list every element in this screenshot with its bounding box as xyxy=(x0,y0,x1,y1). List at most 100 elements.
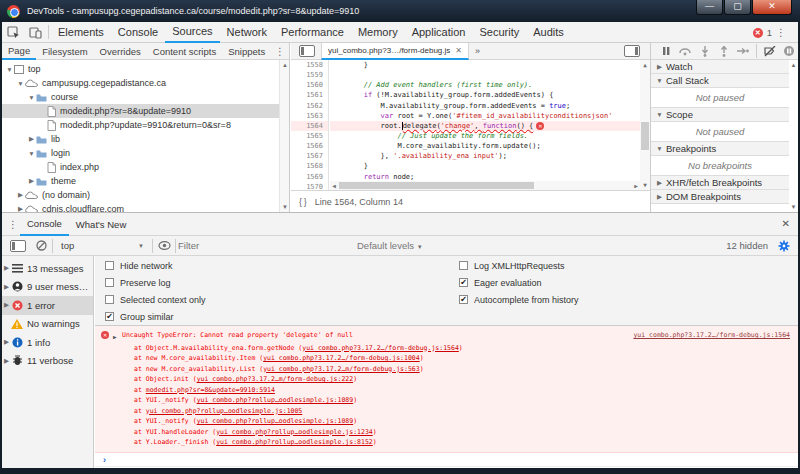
chevron-right-icon[interactable]: ▶ xyxy=(16,191,25,199)
stack-frame-link[interactable]: yui_combo.php?rollup…oodlesimple.js:1089 xyxy=(197,417,354,425)
step-into-icon[interactable] xyxy=(696,44,713,58)
stack-frame-link[interactable]: modedit.php?sr=8&update=9910:5914 xyxy=(146,386,275,394)
console-filter-user[interactable]: ▶9 user mess… xyxy=(2,278,93,297)
device-toolbar-icon[interactable] xyxy=(24,22,46,42)
checkbox[interactable] xyxy=(459,261,468,270)
chevron-right-icon[interactable]: ▶ xyxy=(2,301,11,309)
stack-frame-link[interactable]: yui_combo.php?3.17.2…/form-debug.js:1004 xyxy=(263,354,420,362)
console-filter-info[interactable]: ▶1 info xyxy=(2,333,93,352)
section-watch[interactable]: ▶Watch xyxy=(651,60,789,74)
tree-item[interactable]: modedit.php?sr=8&update=9910 xyxy=(2,104,289,118)
console-settings-icon[interactable] xyxy=(778,240,790,252)
chevron-right-icon[interactable]: ▶ xyxy=(27,177,36,185)
chevron-right-icon[interactable]: ▶ xyxy=(2,283,11,291)
section-dom-breakpoints[interactable]: ▶DOM Breakpoints xyxy=(651,190,789,204)
chevron-down-icon[interactable]: ▼ xyxy=(16,80,25,87)
stack-frame-link[interactable]: yui_combo.php?rollup…oodlesimple.js:1005 xyxy=(146,407,303,415)
section-breakpoints[interactable]: ▼Breakpoints xyxy=(651,142,789,156)
maximize-button[interactable]: ▢ xyxy=(724,0,751,15)
log-levels-dropdown[interactable]: Default levels ▼ xyxy=(357,240,423,251)
chevron-right-icon[interactable]: ▶ xyxy=(2,357,11,365)
chevron-right-icon[interactable]: ▶ xyxy=(27,135,36,143)
checkbox[interactable] xyxy=(105,278,114,287)
tree-item[interactable]: modedit.php?update=9910&return=0&sr=8 xyxy=(2,118,289,132)
console-close-icon[interactable]: ✕ xyxy=(782,218,790,229)
pause-icon[interactable] xyxy=(657,44,674,58)
tab-memory[interactable]: Memory xyxy=(351,22,405,43)
section-xhr-fetch-breakpoints[interactable]: ▶XHR/fetch Breakpoints xyxy=(651,176,789,190)
navigator-tab-page[interactable]: Page xyxy=(2,43,36,60)
filter-input[interactable] xyxy=(178,240,353,251)
pretty-print-icon[interactable]: { } xyxy=(299,197,307,207)
stack-frame-link[interactable]: yui_combo.php?rollup…oodlesimple.js:1234 xyxy=(216,428,373,436)
tree-item[interactable]: ▶lib xyxy=(2,132,289,146)
checkbox[interactable] xyxy=(105,295,114,304)
hide-navigator-icon[interactable] xyxy=(299,45,315,57)
chevron-down-icon[interactable]: ▼ xyxy=(5,66,14,73)
chevron-down-icon[interactable]: ▼ xyxy=(27,94,36,101)
section-call-stack[interactable]: ▼Call Stack xyxy=(651,74,789,88)
scroll-down-icon[interactable]: ▼ xyxy=(640,180,650,190)
chevron-right-icon[interactable]: ▶ xyxy=(2,264,11,272)
deactivate-breakpoints-icon[interactable] xyxy=(761,44,778,58)
editor-hscrollbar[interactable]: ◀ ▶ xyxy=(330,181,640,190)
tab-security[interactable]: Security xyxy=(472,22,526,43)
console-filter-list[interactable]: ▶13 messages xyxy=(2,259,93,278)
console-filter-verbose[interactable]: ▶11 verbose xyxy=(2,352,93,371)
console-menu-icon[interactable]: ⋮ xyxy=(8,222,18,227)
close-button[interactable]: ✕ xyxy=(752,0,792,15)
scroll-up-icon[interactable]: ▲ xyxy=(280,60,290,70)
stack-frame-link[interactable]: yui_combo.php?rollup…oodlesimple.js:8152 xyxy=(216,438,373,446)
step-icon[interactable] xyxy=(735,44,752,58)
tree-item[interactable]: ▼course xyxy=(2,90,289,104)
scroll-down-icon[interactable]: ▼ xyxy=(280,202,290,212)
tree-item[interactable]: ▶theme xyxy=(2,174,289,188)
console-filter-warning[interactable]: No warnings xyxy=(2,315,93,334)
tab-application[interactable]: Application xyxy=(405,22,473,43)
section-scope[interactable]: ▼Scope xyxy=(651,108,789,122)
step-out-icon[interactable] xyxy=(715,44,732,58)
checkbox[interactable]: ✔ xyxy=(105,312,114,321)
navigator-more-icon[interactable]: ⋮ xyxy=(275,49,285,54)
more-tabs-icon[interactable]: » xyxy=(475,46,480,56)
navigator-tab-snippets[interactable]: Snippets xyxy=(222,43,271,60)
scroll-up-icon[interactable]: ▲ xyxy=(640,60,650,70)
chevron-down-icon[interactable]: ▼ xyxy=(27,150,36,157)
file-tree-scrollbar[interactable]: ▲ ▼ xyxy=(279,60,289,212)
console-prompt[interactable]: › xyxy=(95,453,798,467)
console-sidebar-toggle-icon[interactable] xyxy=(10,240,26,252)
checkbox[interactable]: ✔ xyxy=(459,278,468,287)
chevron-right-icon[interactable]: ▶ xyxy=(2,338,11,346)
inspect-icon[interactable] xyxy=(2,22,24,42)
console-filter-error[interactable]: ▶1 error xyxy=(2,296,93,315)
expand-icon[interactable]: ▶ xyxy=(113,332,118,343)
debugger-scrollbar[interactable]: ▲ ▼ xyxy=(789,60,798,212)
tab-network[interactable]: Network xyxy=(220,22,274,43)
tab-console[interactable]: Console xyxy=(111,22,165,43)
scroll-down-icon[interactable]: ▼ xyxy=(789,202,798,212)
tab-performance[interactable]: Performance xyxy=(274,22,351,43)
checkbox[interactable] xyxy=(105,261,114,270)
scroll-right-icon[interactable]: ▶ xyxy=(632,181,640,190)
pause-on-exceptions-icon[interactable] xyxy=(781,44,798,58)
tree-item[interactable]: ▶cdnjs.cloudflare.com xyxy=(2,202,289,212)
stack-frame-link[interactable]: yui_combo.php?3.17.2…/form-debug.js:1564 xyxy=(302,344,459,352)
console-tab-console[interactable]: Console xyxy=(20,213,69,236)
code-editor[interactable]: 1558155915601561156215631564156515661567… xyxy=(291,60,650,190)
tab-audits[interactable]: Audits xyxy=(526,22,571,43)
tab-elements[interactable]: Elements xyxy=(51,22,111,43)
stack-frame-link[interactable]: yui_combo.php?rollup…oodlesimple.js:1089 xyxy=(197,396,354,404)
chevron-right-icon[interactable]: ▶ xyxy=(16,205,25,212)
tab-close-icon[interactable]: ✕ xyxy=(455,46,462,55)
show-debugger-icon[interactable] xyxy=(624,45,640,57)
error-location-link[interactable]: yui_combo.php?3.17.2…/form-debug.js:1564 xyxy=(633,330,790,341)
navigator-tab-filesystem[interactable]: Filesystem xyxy=(36,43,93,60)
editor-vscrollbar[interactable]: ▲ ▼ xyxy=(640,60,650,190)
tree-item[interactable]: index.php xyxy=(2,160,289,174)
scroll-left-icon[interactable]: ◀ xyxy=(330,181,338,190)
tree-item[interactable]: ▼campusupg.cegepadistance.ca xyxy=(2,76,289,90)
stack-frame-link[interactable]: yui_combo.php?3.17.2…m/form-debug.js:563 xyxy=(263,365,420,373)
minimize-button[interactable]: — xyxy=(696,0,723,15)
tree-item[interactable]: ▶(no domain) xyxy=(2,188,289,202)
step-over-icon[interactable] xyxy=(676,44,693,58)
